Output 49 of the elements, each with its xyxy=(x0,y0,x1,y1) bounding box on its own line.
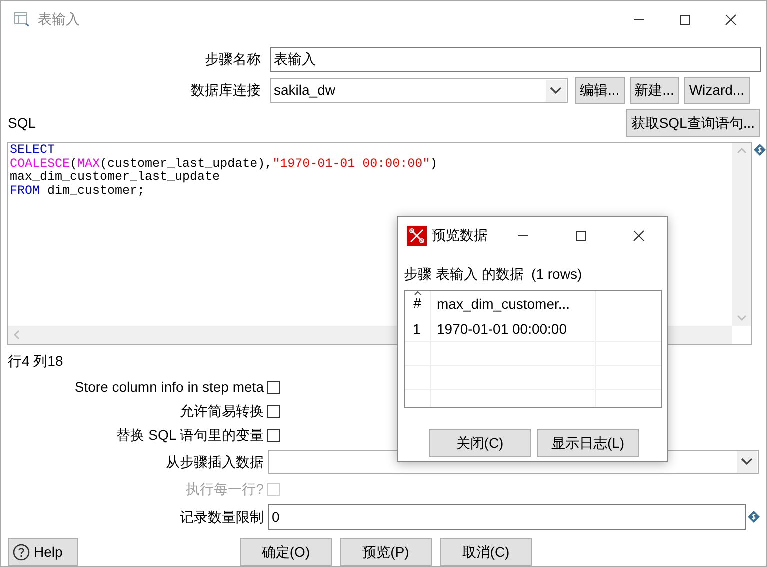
code-line: SELECT xyxy=(10,144,56,158)
sql-label: SQL xyxy=(8,114,36,133)
code-line: COALESCE(MAX(customer_last_update),"1970-01-01 00:00:00") xyxy=(10,158,438,171)
limit-field[interactable]: 0 xyxy=(268,504,746,530)
connection-button[interactable]: 新建... xyxy=(630,77,680,104)
preview-caption: 步骤 表输入 的数据 (1 rows) xyxy=(403,265,582,284)
close-icon[interactable] xyxy=(725,14,737,26)
maximize-icon[interactable] xyxy=(575,230,587,242)
get-sql-button[interactable]: 获取SQL查询语句... xyxy=(626,109,760,137)
connection-button[interactable]: Wizard... xyxy=(684,77,750,104)
option-label: 记录数量限制 xyxy=(179,508,265,526)
app-icon xyxy=(407,226,427,246)
window-title: 表输入 xyxy=(38,10,80,29)
maximize-icon[interactable] xyxy=(679,14,691,26)
cursor-position: 行4 列18 xyxy=(7,352,64,371)
table-cell: 1970-01-01 00:00:00 xyxy=(431,318,596,341)
option-label: 替换 SQL 语句里的变量 xyxy=(116,426,265,445)
variable-icon xyxy=(748,511,760,523)
chevron-down-icon[interactable] xyxy=(737,451,757,473)
option-label: Store column info in step meta xyxy=(74,378,265,397)
column-header[interactable]: max_dim_customer... xyxy=(431,291,596,318)
dialog-title: 预览数据 xyxy=(432,226,488,245)
dialog-button[interactable]: 取消(C) xyxy=(440,538,532,566)
help-icon xyxy=(13,544,30,560)
checkbox[interactable] xyxy=(267,404,280,418)
connection-button[interactable]: 编辑... xyxy=(575,77,625,104)
row-number: 1 xyxy=(405,318,431,341)
checkbox[interactable] xyxy=(267,428,280,442)
dialog-button[interactable]: 预览(P) xyxy=(340,538,432,566)
field-label: 步骤名称 xyxy=(204,50,262,69)
chevron-down-icon[interactable] xyxy=(546,80,566,102)
option-label: 允许简易转换 xyxy=(179,402,265,420)
code-line: max_dim_customer_last_update xyxy=(10,171,220,184)
checkbox[interactable] xyxy=(267,380,280,394)
connection-dropdown[interactable]: sakila_dw xyxy=(270,78,568,103)
option-label: 从步骤插入数据 xyxy=(165,452,265,472)
sort-icon xyxy=(414,291,422,296)
table-icon xyxy=(14,12,30,27)
dialog-button[interactable]: 显示日志(L) xyxy=(537,429,639,457)
column-header[interactable]: # xyxy=(405,291,431,318)
code-line: FROM dim_customer; xyxy=(10,184,146,198)
dialog-button[interactable]: 确定(O) xyxy=(240,538,332,566)
dialog-button[interactable]: 关闭(C) xyxy=(429,429,531,457)
close-icon[interactable] xyxy=(633,230,645,242)
option-label: 执行每一行? xyxy=(185,480,265,498)
help-button[interactable]: Help xyxy=(8,538,78,566)
field-label: 数据库连接 xyxy=(190,81,262,100)
dropdown-value: sakila_dw xyxy=(274,81,336,100)
step-name-field[interactable]: 表输入 xyxy=(270,47,761,72)
